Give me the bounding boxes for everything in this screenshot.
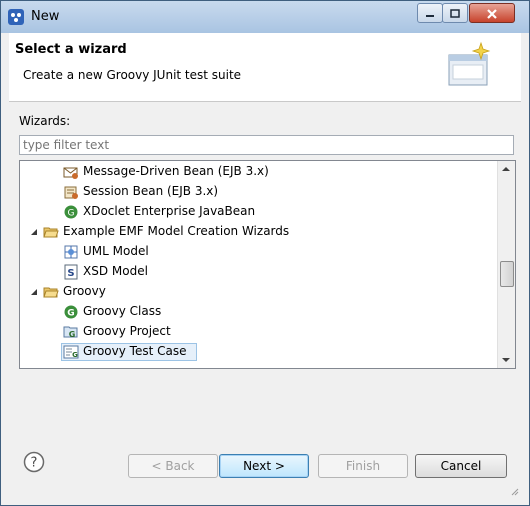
title-bar[interactable]: New	[1, 1, 529, 33]
new-wizard-banner-icon	[448, 41, 491, 86]
tree-scrollbar[interactable]	[497, 161, 515, 368]
wizard-body: Wizards: Message-Driven Bean (EJB 3.x) S…	[9, 102, 521, 422]
tree-item-label: XSD Model	[83, 264, 148, 278]
svg-text:G: G	[67, 309, 74, 319]
tree-item-label: UML Model	[83, 244, 149, 258]
page-title: Select a wizard	[15, 42, 127, 57]
session-bean-icon	[64, 186, 78, 199]
groovy-class-icon: G	[64, 305, 78, 319]
tree-item-groovy-test-case[interactable]: G Groovy Test Case	[20, 342, 498, 361]
tree-item-groovy[interactable]: Groovy	[20, 282, 498, 301]
new-wizard-window: New Select a wizard Create a new Groovy …	[0, 0, 530, 506]
folder-open-icon	[43, 227, 59, 238]
close-icon	[487, 9, 497, 19]
svg-text:G: G	[68, 209, 75, 219]
cancel-button[interactable]: Cancel	[415, 454, 507, 478]
tree-item-xsd-model[interactable]: S XSD Model	[20, 262, 498, 281]
window-title: New	[31, 9, 60, 24]
scroll-down-arrow-icon[interactable]	[502, 358, 510, 362]
svg-text:?: ?	[31, 456, 38, 471]
tree-item-groovy-project[interactable]: G Groovy Project	[20, 322, 498, 341]
tree-item-xdoclet[interactable]: G XDoclet Enterprise JavaBean	[20, 202, 498, 221]
resize-grip-icon[interactable]	[509, 486, 519, 496]
tree-item-label: Groovy Project	[83, 324, 171, 338]
tree-item-label: Groovy Test Case	[83, 344, 187, 358]
svg-text:G: G	[69, 330, 76, 339]
tree-item-label: Groovy Class	[83, 304, 162, 318]
xsd-model-icon: S	[64, 264, 78, 280]
wizards-label: Wizards:	[19, 114, 71, 128]
scrollbar-thumb[interactable]	[500, 261, 514, 287]
collapse-arrow-icon[interactable]	[30, 228, 38, 236]
tree-item-message-driven-bean[interactable]: Message-Driven Bean (EJB 3.x)	[20, 162, 498, 181]
uml-model-icon	[64, 245, 78, 259]
maximize-icon	[450, 9, 460, 18]
wizard-footer: ? < Back Next > Finish Cancel	[9, 422, 521, 498]
message-bean-icon	[63, 167, 78, 179]
tree-item-label: Groovy	[63, 284, 106, 298]
eclipse-app-icon	[8, 9, 24, 25]
tree-item-label: Message-Driven Bean (EJB 3.x)	[83, 164, 269, 178]
svg-text:G: G	[72, 351, 78, 359]
help-icon[interactable]: ?	[23, 451, 45, 473]
tree-item-label: XDoclet Enterprise JavaBean	[83, 204, 256, 218]
finish-button[interactable]: Finish	[318, 454, 408, 478]
tree-item-uml-model[interactable]: UML Model	[20, 242, 498, 261]
tree-item-groovy-class[interactable]: G Groovy Class	[20, 302, 498, 321]
scroll-up-arrow-icon[interactable]	[502, 167, 510, 171]
close-window-button[interactable]	[469, 3, 515, 23]
folder-open-icon	[43, 287, 59, 298]
minimize-button[interactable]	[417, 3, 443, 23]
tree-item-session-bean[interactable]: Session Bean (EJB 3.x)	[20, 182, 498, 201]
tree-item-label: Example EMF Model Creation Wizards	[63, 224, 290, 238]
collapse-arrow-icon[interactable]	[30, 288, 38, 296]
groovy-test-case-icon: G	[63, 345, 79, 359]
wizard-header: Select a wizard Create a new Groovy JUni…	[9, 33, 521, 102]
xdoclet-icon: G	[64, 205, 78, 219]
svg-text:S: S	[67, 268, 74, 279]
wizard-tree[interactable]: Message-Driven Bean (EJB 3.x) Session Be…	[19, 160, 516, 369]
tree-item-label: Session Bean (EJB 3.x)	[83, 184, 219, 198]
maximize-button[interactable]	[442, 3, 468, 23]
next-button[interactable]: Next >	[219, 454, 309, 478]
minimize-icon	[426, 15, 434, 17]
filter-input[interactable]	[19, 135, 514, 155]
tree-item-example-emf[interactable]: Example EMF Model Creation Wizards	[20, 222, 498, 241]
groovy-project-icon: G	[63, 326, 78, 339]
back-button[interactable]: < Back	[128, 454, 218, 478]
page-description: Create a new Groovy JUnit test suite	[23, 68, 242, 82]
